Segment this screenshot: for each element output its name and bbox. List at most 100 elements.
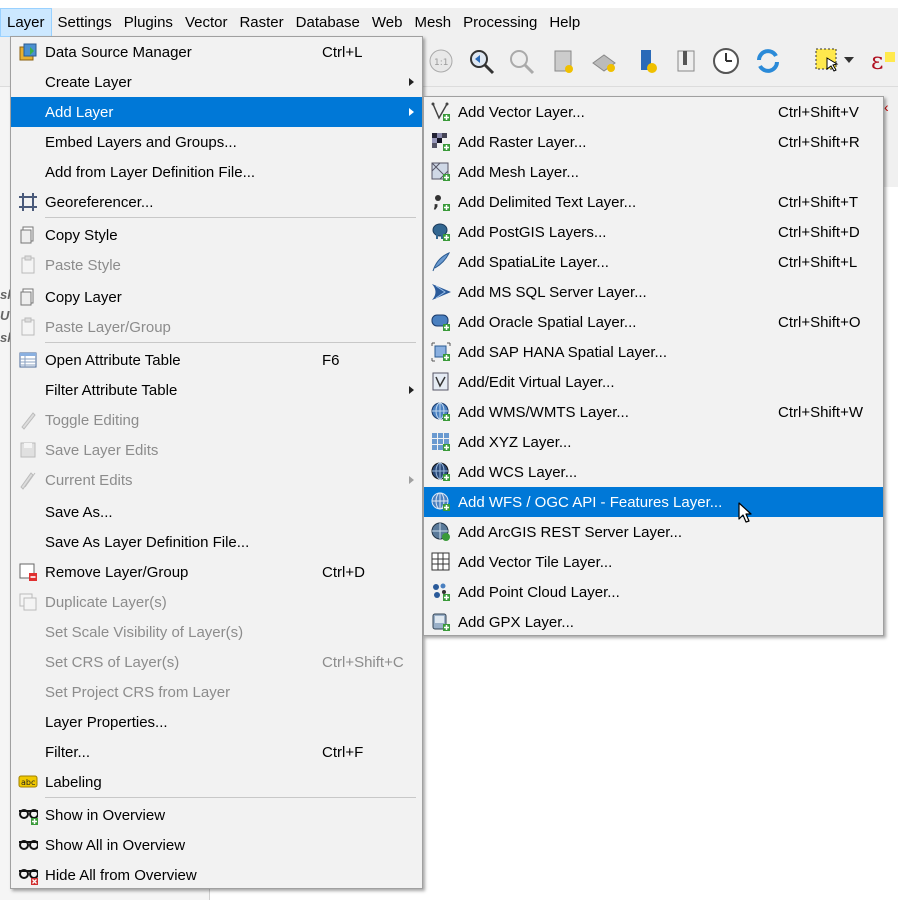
menu-separator [45,217,416,218]
copy-layer-icon [18,287,38,307]
menu-database[interactable]: Database [290,8,366,37]
menu-item-show-in-overview[interactable]: Show in Overview [11,800,422,830]
zoom-next-icon[interactable] [505,45,537,77]
menu-item-labeling[interactable]: abc Labeling [11,767,422,797]
menu-item-save-as-definition[interactable]: Save As Layer Definition File... [11,527,422,557]
sap-hana-icon [431,342,451,362]
menu-item-save-as[interactable]: Save As... [11,497,422,527]
menu-item-duplicate-layer[interactable]: Duplicate Layer(s) [11,587,422,617]
spatialite-feather-icon [431,252,451,272]
menu-item-remove-layer[interactable]: Remove Layer/Group Ctrl+D [11,557,422,587]
new-bookmark-icon[interactable] [547,45,579,77]
expression-select-icon[interactable]: ε [866,45,898,77]
oracle-icon [431,312,451,332]
spatial-bookmark-icon[interactable] [632,45,664,77]
menu-item-layer-properties[interactable]: Layer Properties... [11,707,422,737]
labeling-abc-icon: abc [18,772,38,792]
menu-item-add-vector-tile[interactable]: Add Vector Tile Layer... [424,547,883,577]
georeferencer-icon [18,192,38,212]
menu-item-add-vector-layer[interactable]: Add Vector Layer... Ctrl+Shift+V [424,97,883,127]
menu-item-copy-style[interactable]: Copy Style [11,220,422,250]
menu-item-show-all-overview[interactable]: Show All in Overview [11,830,422,860]
show-overview-icon [18,805,38,825]
menu-item-add-oracle[interactable]: Add Oracle Spatial Layer... Ctrl+Shift+O [424,307,883,337]
vector-tile-icon [431,552,451,572]
menu-raster[interactable]: Raster [233,8,289,37]
menu-item-add-point-cloud[interactable]: Add Point Cloud Layer... [424,577,883,607]
menu-item-set-crs[interactable]: Set CRS of Layer(s) Ctrl+Shift+C [11,647,422,677]
gpx-icon [431,612,451,632]
menu-bar: Layer Settings Plugins Vector Raster Dat… [0,8,898,37]
hide-all-overview-icon [18,865,38,885]
menu-item-add-raster-layer[interactable]: Add Raster Layer... Ctrl+Shift+R [424,127,883,157]
svg-text:1:1: 1:1 [434,58,448,68]
menu-vector[interactable]: Vector [179,8,234,37]
menu-item-add-spatialite[interactable]: Add SpatiaLite Layer... Ctrl+Shift+L [424,247,883,277]
save-edits-icon [18,440,38,460]
vector-layer-icon [431,102,451,122]
menu-item-paste-style[interactable]: Paste Style [11,250,422,280]
raster-layer-icon [431,132,451,152]
menu-item-current-edits[interactable]: Current Edits [11,465,422,495]
partial-icon: ‹ [884,99,889,115]
menu-item-add-layer[interactable]: Add Layer [11,97,422,127]
menu-settings[interactable]: Settings [52,8,118,37]
menu-item-open-attribute-table[interactable]: Open Attribute Table F6 [11,345,422,375]
menu-help[interactable]: Help [543,8,586,37]
menu-plugins[interactable]: Plugins [118,8,179,37]
mssql-icon [431,282,451,302]
duplicate-layer-icon [18,592,38,612]
menu-item-set-project-crs[interactable]: Set Project CRS from Layer [11,677,422,707]
menu-item-set-scale-visibility[interactable]: Set Scale Visibility of Layer(s) [11,617,422,647]
zoom-last-icon[interactable] [465,45,497,77]
menu-item-add-wcs[interactable]: Add WCS Layer... [424,457,883,487]
menu-item-add-wfs[interactable]: Add WFS / OGC API - Features Layer... [424,487,883,517]
menu-item-create-layer[interactable]: Create Layer [11,67,422,97]
svg-text:abc: abc [21,778,35,787]
menu-processing[interactable]: Processing [457,8,543,37]
menu-item-georeferencer[interactable]: Georeferencer... [11,187,422,217]
menu-item-add-postgis[interactable]: Add PostGIS Layers... Ctrl+Shift+D [424,217,883,247]
svg-text:,: , [433,192,439,211]
menu-item-hide-all-overview[interactable]: Hide All from Overview [11,860,422,890]
attribute-table-icon [18,350,38,370]
pencil-icon [18,410,38,430]
menu-item-add-delimited-text[interactable]: , Add Delimited Text Layer... Ctrl+Shift… [424,187,883,217]
temporal-clock-icon[interactable] [710,45,742,77]
menu-layer[interactable]: Layer [0,8,52,37]
menu-item-add-xyz[interactable]: Add XYZ Layer... [424,427,883,457]
menu-web[interactable]: Web [366,8,409,37]
menu-item-add-mesh-layer[interactable]: Add Mesh Layer... [424,157,883,187]
menu-item-save-layer-edits[interactable]: Save Layer Edits [11,435,422,465]
refresh-icon[interactable] [752,45,784,77]
menu-item-add-gpx[interactable]: Add GPX Layer... [424,607,883,637]
menu-mesh[interactable]: Mesh [408,8,457,37]
menu-item-add-virtual-layer[interactable]: Add/Edit Virtual Layer... [424,367,883,397]
menu-item-filter-attribute-table[interactable]: Filter Attribute Table [11,375,422,405]
select-features-icon[interactable] [812,45,844,77]
menu-item-add-arcgis-rest[interactable]: Add ArcGIS REST Server Layer... [424,517,883,547]
map-tips-icon[interactable] [670,45,702,77]
layer-menu: Data Source Manager Ctrl+L Create Layer … [10,36,423,889]
menu-item-add-sap-hana[interactable]: Add SAP HANA Spatial Layer... [424,337,883,367]
add-layer-submenu: Add Vector Layer... Ctrl+Shift+V Add Ras… [423,96,884,636]
menu-item-filter[interactable]: Filter... Ctrl+F [11,737,422,767]
svg-text:ε: ε [871,47,883,75]
menu-item-data-source-manager[interactable]: Data Source Manager Ctrl+L [11,37,422,67]
postgis-elephant-icon [431,222,451,242]
show-all-overview-icon [18,835,38,855]
menu-item-copy-layer[interactable]: Copy Layer [11,282,422,312]
menu-item-toggle-editing[interactable]: Toggle Editing [11,405,422,435]
show-bookmarks-icon[interactable] [588,45,620,77]
submenu-arrow-icon [409,78,414,86]
copy-style-icon [18,225,38,245]
point-cloud-icon [431,582,451,602]
submenu-arrow-icon [409,476,414,484]
menu-item-embed-layers[interactable]: Embed Layers and Groups... [11,127,422,157]
menu-item-add-from-definition[interactable]: Add from Layer Definition File... [11,157,422,187]
menu-item-paste-layer[interactable]: Paste Layer/Group [11,312,422,342]
menu-item-add-mssql[interactable]: Add MS SQL Server Layer... [424,277,883,307]
zoom-native-icon[interactable]: 1:1 [425,45,457,77]
dropdown-arrow-icon[interactable] [842,45,856,77]
menu-item-add-wms[interactable]: Add WMS/WMTS Layer... Ctrl+Shift+W [424,397,883,427]
